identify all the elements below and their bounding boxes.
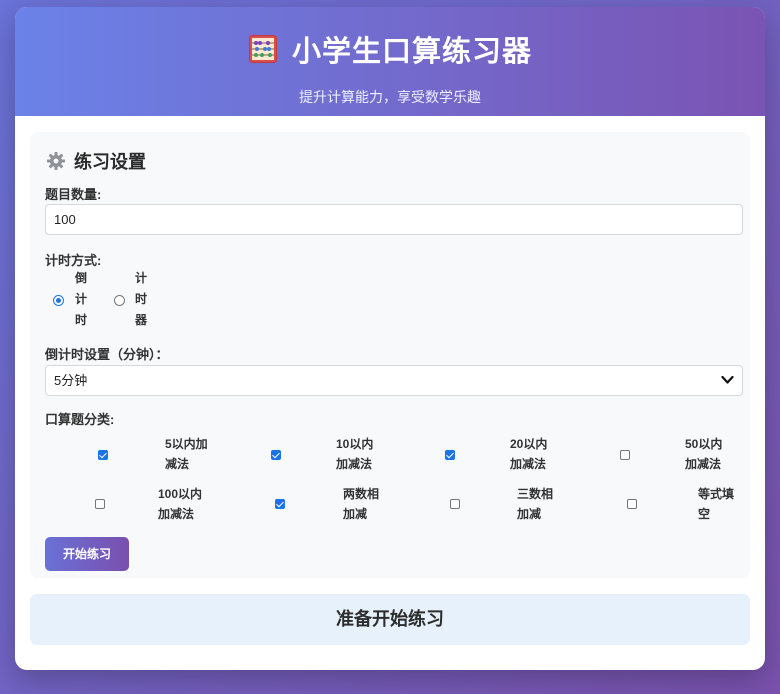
category-label: 等式填空 xyxy=(698,487,735,521)
countdown-label: 倒计时设置（分钟）： xyxy=(45,347,169,362)
start-practice-button[interactable]: 开始练习 xyxy=(45,537,129,571)
page-title: 小学生口算练习器 xyxy=(291,36,532,68)
settings-title: 练习设置 xyxy=(74,152,146,172)
radio-timer[interactable] xyxy=(114,295,125,306)
app-card: 小学生口算练习器 提升计算能力，享受数学乐趣 练习设置 题目数量: 100 计时… xyxy=(15,7,765,670)
gear-icon xyxy=(46,151,66,171)
checkbox-10-add-sub[interactable] xyxy=(271,450,281,460)
page-subtitle: 提升计算能力，享受数学乐趣 xyxy=(299,89,481,105)
checkbox-5-add-sub[interactable] xyxy=(98,450,108,460)
question-count-label: 题目数量: xyxy=(45,187,102,202)
checkbox-100-add-sub[interactable] xyxy=(95,499,105,509)
checkbox-20-add-sub[interactable] xyxy=(445,450,455,460)
radio-countdown[interactable] xyxy=(53,295,64,306)
abacus-icon xyxy=(248,34,278,64)
settings-heading: 练习设置 xyxy=(46,148,146,174)
app-header: 小学生口算练习器 提升计算能力，享受数学乐趣 xyxy=(15,7,765,116)
checkbox-two-number[interactable] xyxy=(275,499,285,509)
countdown-select[interactable]: 5分钟 xyxy=(45,365,743,396)
question-count-input[interactable]: 100 xyxy=(45,204,743,235)
status-message: 准备开始练习 xyxy=(30,594,750,645)
title-row: 小学生口算练习器 xyxy=(15,7,765,68)
categories-label: 口算题分类: xyxy=(45,412,115,427)
radio-timer-label: 计时器 xyxy=(135,271,148,327)
chevron-down-icon xyxy=(721,375,734,384)
category-label: 20以内加减法 xyxy=(510,437,548,471)
checkbox-equation-fill[interactable] xyxy=(627,499,637,509)
category-label: 10以内加减法 xyxy=(336,437,374,471)
category-label: 50以内加减法 xyxy=(685,437,723,471)
category-label: 两数相加减 xyxy=(343,487,380,521)
radio-countdown-label: 倒计时 xyxy=(75,271,88,327)
category-label: 5以内加减法 xyxy=(165,437,208,471)
category-label: 三数相加减 xyxy=(517,487,554,521)
timing-label: 计时方式: xyxy=(45,253,102,268)
checkbox-three-number[interactable] xyxy=(450,499,460,509)
countdown-selected: 5分钟 xyxy=(54,373,88,388)
settings-panel: 练习设置 题目数量: 100 计时方式: 倒计时 计时器 倒计时设置（分钟）： … xyxy=(30,132,750,578)
category-label: 100以内加减法 xyxy=(158,487,203,521)
checkbox-50-add-sub[interactable] xyxy=(620,450,630,460)
